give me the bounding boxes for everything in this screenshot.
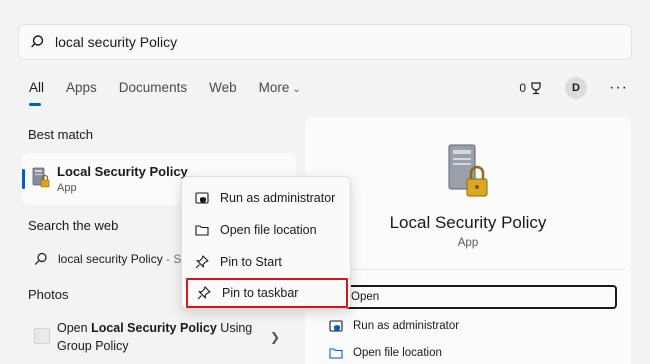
photos-heading: Photos xyxy=(28,287,69,302)
search-query[interactable]: local security Policy xyxy=(55,34,177,50)
web-search-query: local security Policy xyxy=(58,252,163,266)
run-as-admin-action[interactable]: Run as administrator xyxy=(325,314,459,338)
open-file-location-action[interactable]: Open file location xyxy=(325,341,442,364)
tab-apps[interactable]: Apps xyxy=(66,80,97,100)
photo-result-line2: Group Policy xyxy=(57,339,129,353)
preview-panel: Local Security Policy App Open Run as ad… xyxy=(305,117,631,364)
photo-result[interactable]: Open Local Security Policy Using Group P… xyxy=(22,312,296,364)
pin-icon xyxy=(197,286,211,300)
pin-icon xyxy=(195,255,209,269)
chevron-down-icon: ⌄ xyxy=(292,84,301,95)
tab-more[interactable]: More ⌄ xyxy=(259,80,301,100)
folder-icon xyxy=(329,348,343,359)
shield-icon xyxy=(329,320,343,332)
photo-thumbnail xyxy=(34,328,50,344)
best-match-title: Local Security Policy xyxy=(57,164,188,179)
context-menu: Run as administrator Open file location … xyxy=(181,176,351,309)
avatar[interactable]: D xyxy=(565,77,588,99)
shield-icon xyxy=(195,192,209,204)
web-search-result[interactable]: local security Policy - See xyxy=(34,252,195,266)
best-match-heading: Best match xyxy=(28,127,94,142)
tab-all[interactable]: All xyxy=(29,80,44,106)
preview-title: Local Security Policy xyxy=(389,213,547,232)
points-count: 0 xyxy=(519,81,527,95)
search-icon xyxy=(31,35,44,48)
local-security-policy-large-icon xyxy=(448,144,488,197)
filter-tabs: All Apps Documents Web More ⌄ xyxy=(29,80,323,106)
chevron-right-icon[interactable]: ❯ xyxy=(270,330,280,344)
best-match-subtitle: App xyxy=(57,182,77,194)
open-action-button[interactable]: Open xyxy=(325,285,617,309)
local-security-policy-icon xyxy=(32,167,50,188)
menu-item-open-file-location[interactable]: Open file location xyxy=(182,215,352,245)
tab-documents[interactable]: Documents xyxy=(119,80,187,100)
search-input[interactable]: local security Policy xyxy=(18,24,632,60)
menu-item-run-as-administrator[interactable]: Run as administrator xyxy=(182,183,352,213)
menu-item-pin-to-taskbar[interactable]: Pin to taskbar xyxy=(186,278,348,308)
photo-result-line1: Open Local Security Policy Using xyxy=(57,321,253,335)
tab-web[interactable]: Web xyxy=(209,80,237,100)
rewards-points[interactable]: 0 xyxy=(519,81,543,95)
search-web-heading: Search the web xyxy=(28,218,119,233)
more-options-icon[interactable]: ··· xyxy=(609,80,628,96)
divider xyxy=(325,269,625,270)
preview-subtitle: App xyxy=(457,237,479,249)
menu-item-pin-to-start[interactable]: Pin to Start xyxy=(182,247,352,277)
selection-indicator xyxy=(22,169,25,189)
header-tools: 0 D ··· xyxy=(519,77,628,99)
search-icon xyxy=(34,252,47,265)
rewards-trophy-icon xyxy=(531,82,541,95)
folder-icon xyxy=(195,225,209,236)
